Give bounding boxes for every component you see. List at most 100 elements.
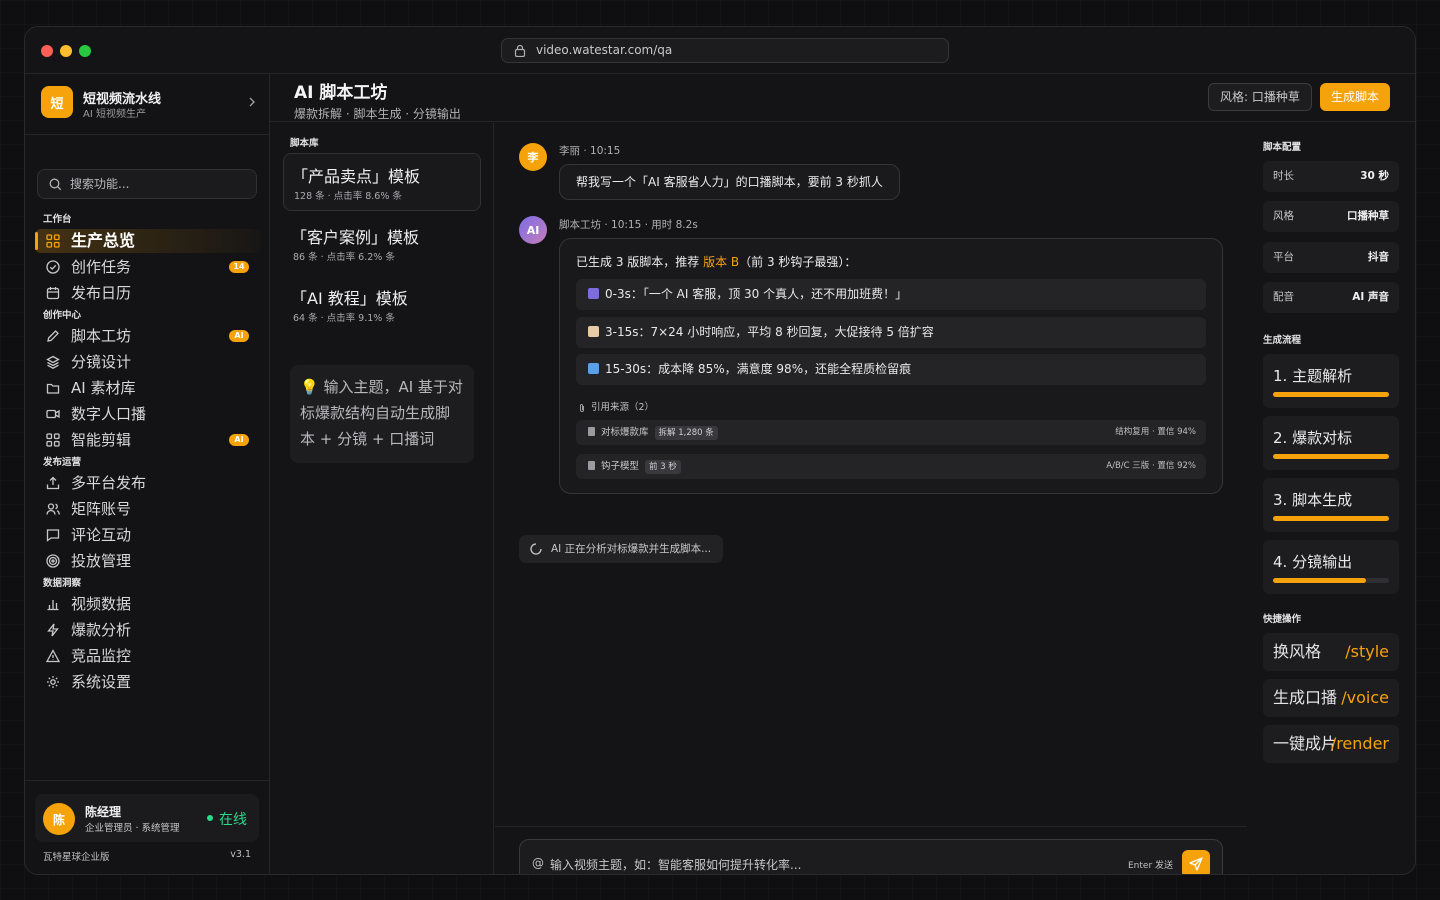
grid-icon	[46, 433, 60, 447]
ai-message: 已生成 3 版脚本，推荐 版本 B（前 3 秒钩子最强）： 0-3s：「一个 A…	[559, 238, 1223, 494]
sidebar-item-asset-library[interactable]: AI 素材库	[35, 376, 261, 400]
check-circle-icon	[46, 260, 60, 274]
config-row-duration[interactable]: 时长 30 秒	[1263, 161, 1399, 192]
script-segment: 0-3s：「一个 AI 客服，顶 30 个真人，还不用加班费！」	[576, 279, 1206, 310]
divider	[495, 826, 1247, 827]
progress-fill	[1273, 578, 1366, 583]
section-label-creation: 创作中心	[43, 310, 82, 321]
reference-tag: 拆解 1,280 条	[654, 426, 718, 440]
quick-action-command: /render	[1330, 734, 1389, 753]
sidebar-item-overview[interactable]: 生产总览	[35, 229, 261, 253]
sidebar-item-label: 矩阵账号	[71, 500, 132, 518]
send-icon	[1189, 857, 1203, 871]
library-item[interactable]: 「客户案例」模板 86 条 · 点击率 6.2% 条	[283, 215, 481, 273]
config-row-style[interactable]: 风格 口播种草	[1263, 201, 1399, 232]
config-value: 抖音	[1368, 251, 1389, 263]
sidebar-item-settings[interactable]: 系统设置	[35, 670, 261, 694]
warning-icon	[46, 649, 60, 663]
user-role: 企业管理员 · 系统管理	[85, 823, 180, 834]
progress-fill	[1273, 516, 1389, 521]
config-row-platform[interactable]: 平台 抖音	[1263, 242, 1399, 273]
flow-step: 4. 分镜输出	[1263, 540, 1399, 594]
folder-icon	[46, 383, 60, 394]
sidebar-item-smart-edit[interactable]: 智能剪辑 AI	[35, 428, 261, 452]
reference-name: 钩子模型	[601, 461, 640, 472]
page-title: AI 脚本工坊	[294, 83, 388, 103]
step-label: 3. 脚本生成	[1273, 491, 1353, 509]
segment-text: 0-3s：「一个 AI 客服，顶 30 个真人，还不用加班费！」	[605, 287, 908, 301]
sidebar-item-label: 竞品监控	[71, 647, 132, 665]
library-item[interactable]: 「产品卖点」模板 128 条 · 点击率 8.6% 条	[283, 153, 481, 211]
brand-switcher[interactable]: 短 短视频流水线 AI 短视频生产	[41, 86, 256, 120]
sidebar-item-label: 数字人口播	[71, 405, 147, 423]
config-value: AI 声音	[1352, 291, 1389, 303]
upload-icon	[46, 476, 60, 490]
address-bar[interactable]: video.watestar.com/qa	[501, 38, 949, 63]
search-input[interactable]: 搜索功能...	[37, 169, 257, 199]
lead-text: 已生成 3 版脚本，推荐	[576, 255, 704, 269]
reference-tag: 前 3 秒	[645, 460, 681, 474]
flow-label: 生成流程	[1263, 335, 1302, 346]
bar-chart-icon	[588, 363, 599, 374]
maximize-window-button[interactable]	[79, 45, 91, 57]
ai-badge: AI	[229, 330, 249, 342]
references-text: 引用来源（2）	[591, 402, 655, 413]
sidebar-item-video-data[interactable]: 视频数据	[35, 592, 261, 616]
quick-action-command: /style	[1345, 642, 1389, 661]
brand-logo: 短	[41, 86, 73, 118]
progress-track	[1273, 516, 1389, 521]
section-label-operations: 发布运营	[43, 457, 82, 468]
ai-avatar: AI	[519, 216, 547, 244]
sidebar-item-viral-analysis[interactable]: 爆款分析	[35, 618, 261, 642]
sidebar-item-multi-publish[interactable]: 多平台发布	[35, 471, 261, 495]
edition-label: 瓦特星球企业版	[43, 852, 110, 863]
generate-script-button[interactable]: 生成脚本	[1320, 83, 1391, 111]
divider	[25, 780, 270, 781]
divider	[25, 134, 270, 135]
library-label: 脚本库	[290, 138, 319, 149]
quick-actions-label: 快捷操作	[1263, 614, 1302, 625]
library-item-title: 「AI 教程」模板	[291, 289, 408, 308]
user-card[interactable]: 陈 陈经理 企业管理员 · 系统管理 在线	[35, 794, 259, 842]
send-button[interactable]	[1182, 850, 1210, 874]
sidebar-item-label: 多平台发布	[71, 474, 147, 492]
calendar-icon	[46, 287, 60, 300]
reference-item[interactable]: 钩子模型前 3 秒 A/B/C 三版 · 置信 92%	[576, 454, 1206, 479]
script-segment: 3-15s：7×24 小时响应，平均 8 秒回复，大促接待 5 倍扩容	[576, 317, 1206, 348]
reference-item[interactable]: 对标爆款库 拆解 1,280 条 结构复用 · 置信 94%	[576, 420, 1206, 445]
config-row-voice[interactable]: 配音 AI 声音	[1263, 282, 1399, 313]
sidebar-item-tasks[interactable]: 创作任务 14	[35, 255, 261, 279]
sidebar-item-matrix-accounts[interactable]: 矩阵账号	[35, 497, 261, 521]
sidebar-item-script-workshop[interactable]: 脚本工坊 AI	[35, 324, 261, 348]
minimize-window-button[interactable]	[60, 45, 72, 57]
quick-action-style[interactable]: 换风格/style	[1263, 633, 1399, 671]
script-segment: 15-30s：成本降 85%，满意度 98%，还能全程质检留痕	[576, 354, 1206, 385]
sidebar-item-comments[interactable]: 评论互动	[35, 523, 261, 547]
sidebar-item-competitor-monitor[interactable]: 竞品监控	[35, 644, 261, 668]
sidebar-item-ad-management[interactable]: 投放管理	[35, 549, 261, 573]
quick-action-label: 一键成片	[1273, 734, 1338, 753]
close-window-button[interactable]	[41, 45, 53, 57]
library-item[interactable]: 「AI 教程」模板 64 条 · 点击率 9.1% 条	[283, 276, 481, 334]
section-label-insights: 数据洞察	[43, 578, 82, 589]
search-icon	[49, 178, 62, 191]
ai-badge: AI	[229, 434, 249, 446]
window-controls	[41, 45, 91, 57]
sidebar-item-digital-human[interactable]: 数字人口播	[35, 402, 261, 426]
layers-icon	[46, 355, 60, 369]
quick-action-command: /voice	[1341, 688, 1389, 707]
sidebar-item-label: 系统设置	[71, 673, 132, 691]
sidebar-item-calendar[interactable]: 发布日历	[35, 281, 261, 305]
document-icon	[588, 427, 595, 436]
send-hint: Enter 发送	[1128, 861, 1174, 871]
app-window: video.watestar.com/qa 短 短视频流水线 AI 短视频生产 …	[24, 26, 1416, 875]
quick-action-render[interactable]: 一键成片/render	[1263, 725, 1399, 763]
library-tip: 💡 输入主题，AI 基于对标爆款结构自动生成脚本 + 分镜 + 口播词	[290, 365, 474, 463]
quick-action-voice[interactable]: 生成口播/voice	[1263, 679, 1399, 717]
style-selector[interactable]: 风格: 口播种草	[1208, 83, 1312, 111]
users-icon	[46, 503, 60, 515]
comment-icon	[46, 529, 60, 542]
sidebar-item-storyboard[interactable]: 分镜设计	[35, 350, 261, 374]
mention-icon[interactable]: @	[532, 856, 544, 870]
topic-input[interactable]	[550, 854, 1090, 874]
